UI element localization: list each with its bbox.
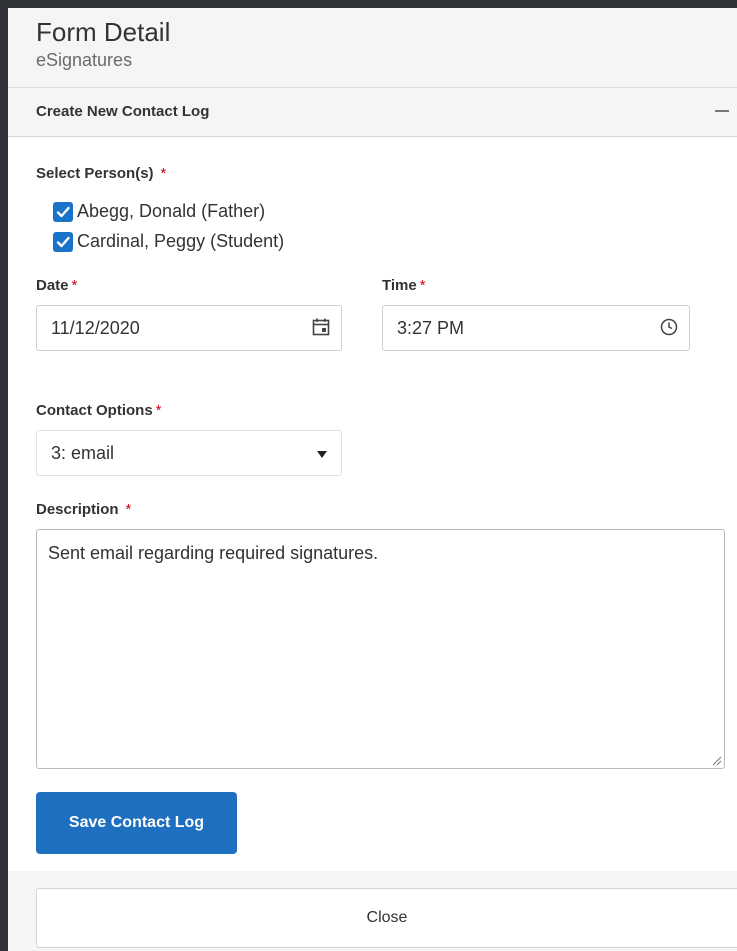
date-label: Date * — [36, 277, 78, 294]
select-persons-label: Select Person(s) * — [36, 165, 167, 182]
time-input[interactable]: 3:27 PM — [382, 305, 690, 351]
required-marker: * — [419, 277, 426, 294]
person-checkbox-row[interactable]: Abegg, Donald (Father) — [53, 201, 265, 222]
panel-header: Form Detail eSignatures — [8, 8, 737, 88]
date-input[interactable]: 11/12/2020 — [36, 305, 342, 351]
time-label: Time * — [382, 277, 426, 294]
contact-log-form: Select Person(s) * Abegg, Donald (Father)… — [8, 137, 737, 871]
resize-handle-icon[interactable] — [710, 754, 722, 766]
required-marker: * — [125, 501, 132, 518]
required-marker: * — [155, 402, 162, 419]
time-value: 3:27 PM — [397, 318, 465, 338]
panel-footer: Close — [8, 871, 737, 951]
description-value: Sent email regarding required signatures… — [48, 543, 379, 563]
minus-icon[interactable] — [715, 110, 729, 112]
page-subtitle: eSignatures — [36, 50, 133, 70]
section-header[interactable]: Create New Contact Log — [8, 88, 737, 137]
required-marker: * — [160, 165, 167, 182]
contact-options-select[interactable]: 3: email — [36, 430, 342, 476]
contact-options-label: Contact Options * — [36, 402, 162, 419]
page-title: Form Detail — [36, 17, 171, 47]
clock-icon[interactable] — [659, 317, 679, 337]
contact-options-value: 3: email — [51, 443, 115, 463]
description-label: Description * — [36, 501, 132, 518]
form-detail-panel: Form Detail eSignatures Create New Conta… — [8, 8, 737, 951]
section-title: Create New Contact Log — [36, 103, 210, 120]
checkbox-checked-icon[interactable] — [53, 231, 73, 252]
date-value: 11/12/2020 — [51, 318, 140, 338]
person-label[interactable]: Cardinal, Peggy (Student) — [77, 231, 284, 252]
checkbox-checked-icon[interactable] — [53, 201, 73, 222]
person-checkbox-row[interactable]: Cardinal, Peggy (Student) — [53, 231, 284, 252]
required-marker: * — [71, 277, 78, 294]
description-textarea[interactable]: Sent email regarding required signatures… — [36, 529, 725, 769]
close-button[interactable]: Close — [36, 888, 737, 948]
person-label[interactable]: Abegg, Donald (Father) — [77, 201, 265, 222]
calendar-icon[interactable] — [311, 317, 331, 337]
save-contact-log-button[interactable]: Save Contact Log — [36, 792, 237, 854]
dropdown-arrow-icon[interactable] — [315, 447, 329, 461]
